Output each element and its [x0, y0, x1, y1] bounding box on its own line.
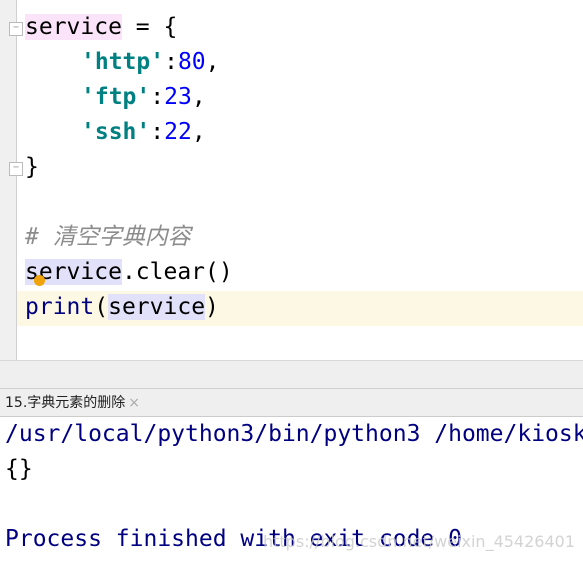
code-line-5: }	[25, 154, 39, 180]
code-line-1: service = {	[25, 10, 177, 45]
string-literal: 'ftp'	[81, 84, 151, 110]
close-icon[interactable]: ×	[128, 395, 140, 411]
code-line-2: 'http':80,	[81, 45, 220, 80]
fold-collapse-icon[interactable]: −	[9, 22, 23, 36]
code-text: .clear()	[121, 259, 233, 285]
code-text: = {	[121, 14, 178, 40]
run-tab-label: 15.字典元素的删除	[5, 395, 126, 411]
code-text: ,	[191, 119, 206, 145]
code-line-8: service.clear()	[25, 255, 233, 290]
code-text: :	[164, 49, 178, 75]
run-tab-bar: 15.字典元素的删除 ×	[0, 388, 583, 417]
code-line-9: print(service)	[25, 290, 219, 325]
code-text: (	[94, 294, 109, 320]
run-tab[interactable]: 15.字典元素的删除 ×	[5, 389, 140, 416]
panel-divider	[0, 360, 583, 389]
output-line-command: /usr/local/python3/bin/python3 /home/kio…	[5, 421, 583, 447]
code-text: ,	[191, 84, 206, 110]
variable: service	[25, 14, 122, 40]
variable: service	[108, 294, 206, 320]
code-text: )	[205, 294, 219, 320]
code-editor[interactable]: − − service = { 'http':80, 'ftp':23, 'ss…	[0, 0, 583, 360]
code-text: ,	[205, 49, 220, 75]
code-comment: # 清空字典内容	[25, 224, 191, 250]
fold-end-icon[interactable]: −	[9, 162, 23, 176]
code-text: :	[150, 119, 165, 145]
number-literal: 22	[164, 119, 192, 145]
number-literal: 23	[164, 84, 192, 110]
lightbulb-icon[interactable]	[34, 275, 45, 286]
builtin-function: print	[25, 294, 95, 320]
output-line-result: {}	[5, 456, 33, 482]
code-line-4: 'ssh':22,	[81, 115, 206, 150]
string-literal: 'ssh'	[81, 119, 151, 145]
number-literal: 80	[177, 49, 206, 75]
string-literal: 'http'	[81, 49, 165, 75]
code-line-3: 'ftp':23,	[81, 80, 206, 115]
code-text: :	[150, 84, 165, 110]
editor-gutter	[0, 0, 17, 360]
watermark: https://blog.csdn.net/weixin_45426401	[262, 532, 575, 551]
